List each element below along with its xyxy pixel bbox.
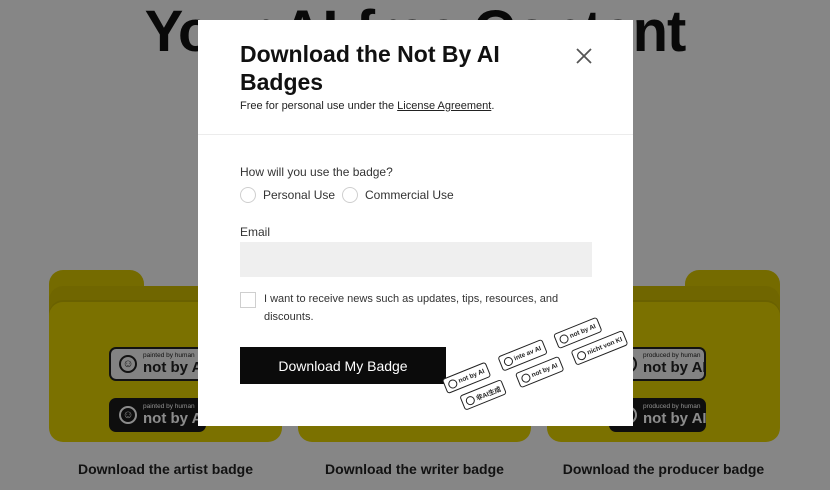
smiley-icon (446, 377, 459, 390)
smiley-icon (502, 355, 515, 367)
mini-badge-text: 非AI生成 (475, 386, 503, 403)
email-field[interactable] (240, 242, 592, 277)
mini-badge-text: not by AI (457, 367, 486, 385)
commercial-use-radio[interactable] (342, 187, 358, 203)
personal-use-option[interactable]: Personal Use (240, 187, 335, 203)
mini-badge-text: not by AI (568, 322, 597, 340)
commercial-use-option[interactable]: Commercial Use (342, 187, 454, 203)
mini-badge-text: nicht von KI (586, 335, 624, 357)
modal-subtitle: Free for personal use under the License … (240, 100, 494, 112)
newsletter-label: I want to receive news such as updates, … (264, 293, 559, 323)
close-icon (576, 48, 592, 64)
modal-title: Download the Not By AI Badges (240, 41, 500, 95)
smiley-icon (558, 332, 570, 345)
close-button[interactable] (574, 46, 594, 66)
mini-badge-text: inte av AI (512, 344, 543, 362)
mini-badge-text: not by AI (530, 361, 559, 379)
email-label: Email (240, 225, 271, 239)
smiley-icon (575, 349, 588, 362)
personal-use-radio[interactable] (240, 187, 256, 203)
personal-use-label: Personal Use (263, 188, 336, 202)
subtitle-suffix: . (491, 100, 495, 112)
download-my-badge-button[interactable]: Download My Badge (240, 347, 446, 384)
subtitle-prefix: Free for personal use under the (240, 100, 398, 112)
modal-header: Download the Not By AI Badges Free for p… (198, 20, 633, 135)
download-modal: Download the Not By AI Badges Free for p… (198, 20, 633, 426)
commercial-use-label: Commercial Use (365, 188, 454, 202)
smiley-icon (519, 371, 532, 384)
newsletter-checkbox[interactable] (240, 292, 256, 308)
license-agreement-link[interactable]: License Agreement (397, 100, 491, 112)
usage-question: How will you use the badge? (240, 165, 393, 179)
smiley-icon (464, 394, 476, 407)
